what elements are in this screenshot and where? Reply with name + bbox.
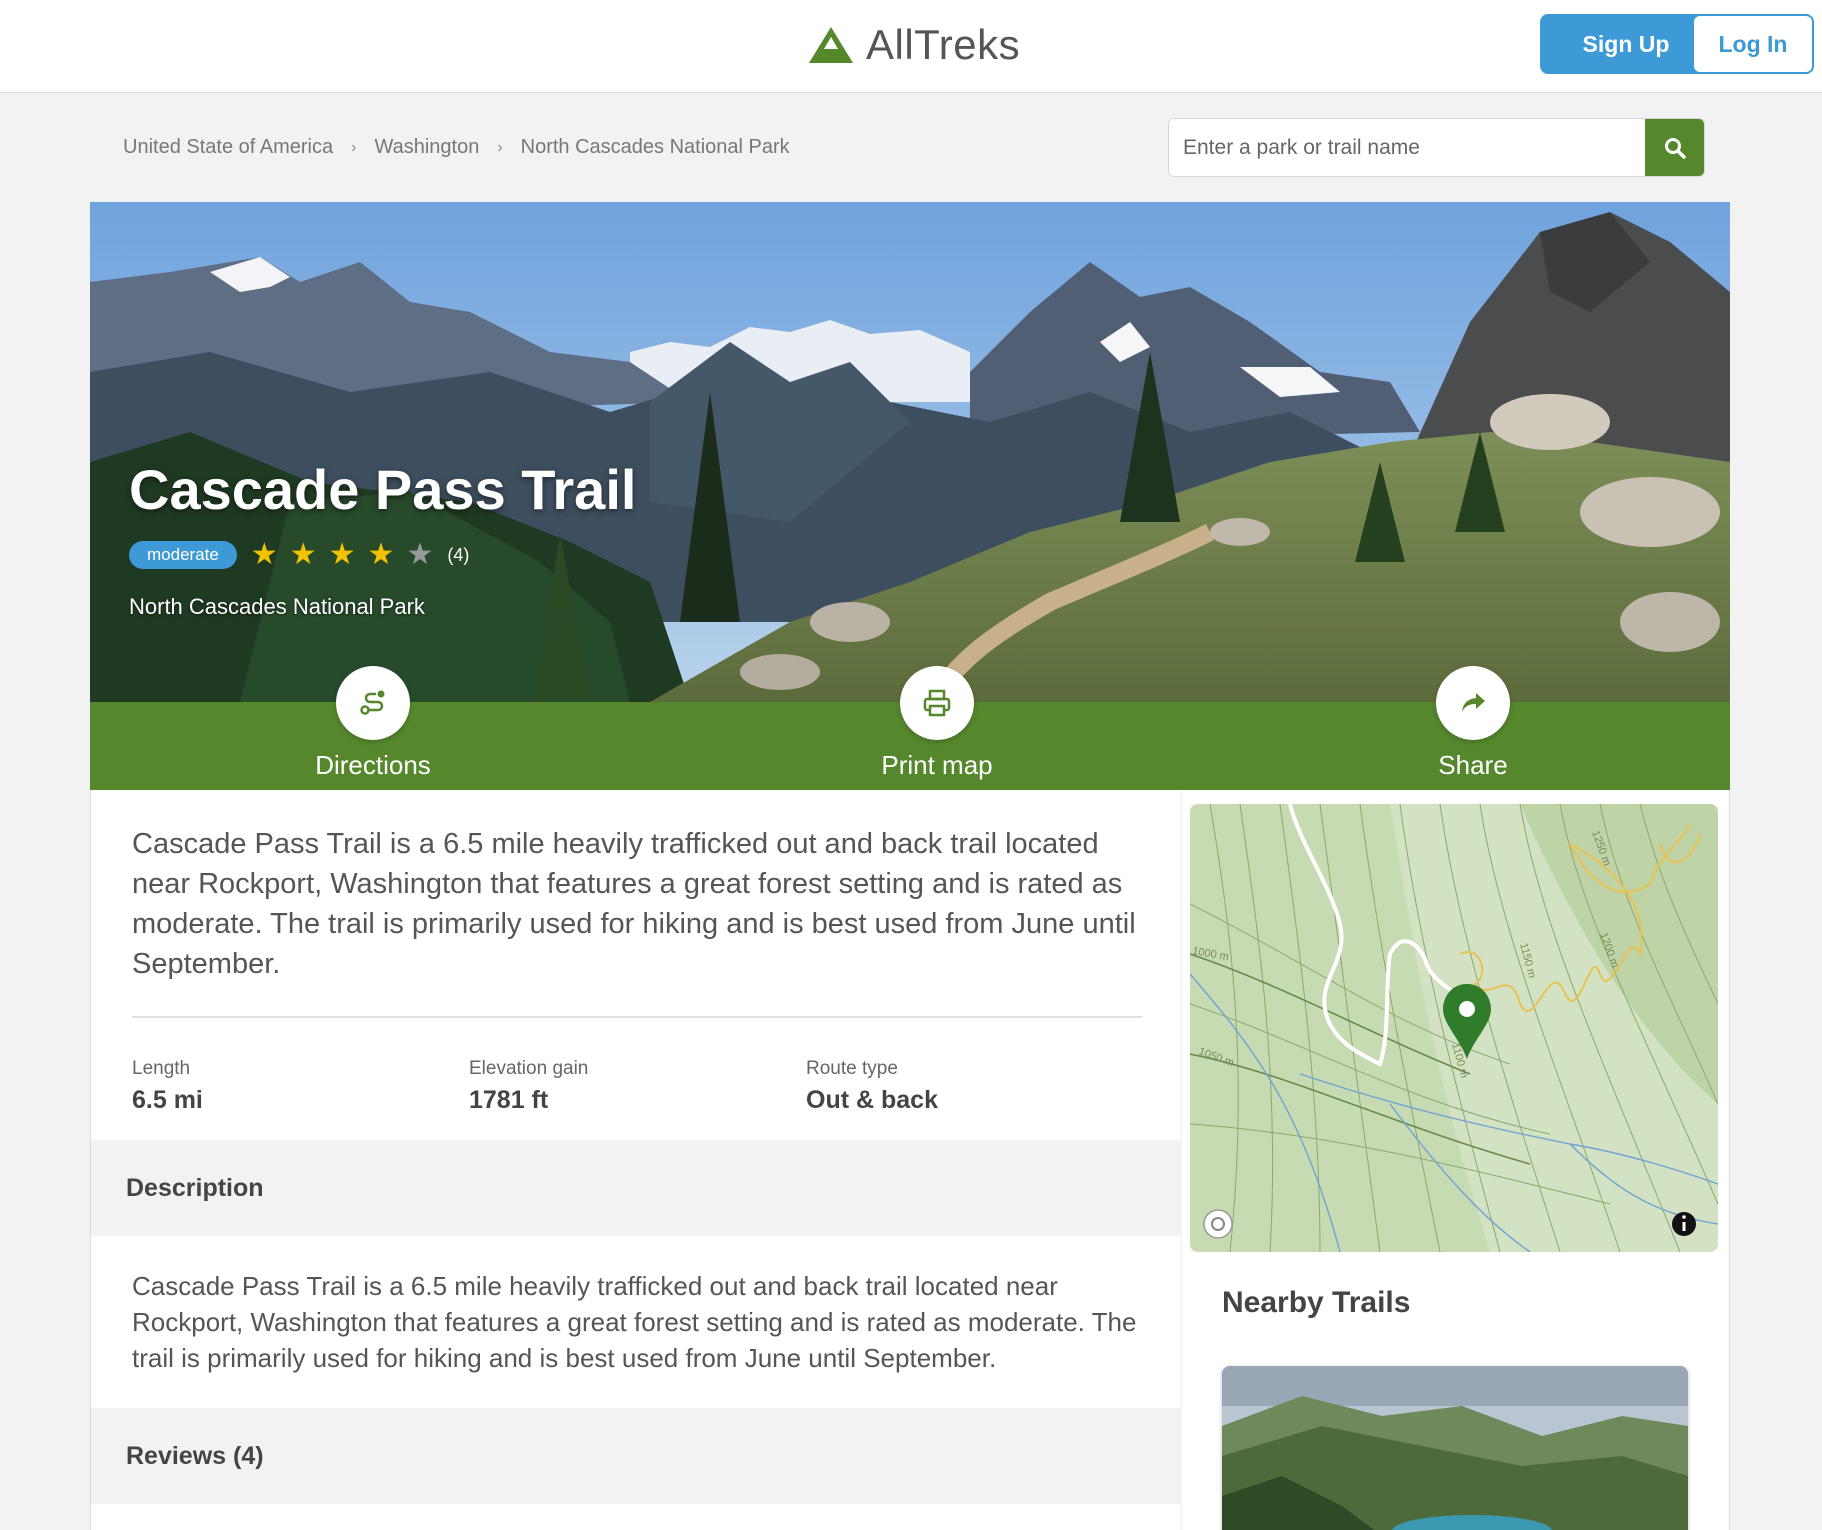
rating-row: moderate ★ ★ ★ ★ ★ (4) [129, 540, 469, 570]
search-box [1168, 118, 1705, 177]
search-input[interactable] [1169, 119, 1647, 176]
chevron-right-icon: › [351, 138, 357, 156]
description-heading: Description [126, 1174, 264, 1202]
chevron-right-icon: › [497, 138, 503, 156]
trail-title: Cascade Pass Trail [129, 458, 637, 521]
description-text: Cascade Pass Trail is a 6.5 mile heavily… [132, 1271, 1137, 1373]
star-filled-icon: ★ [250, 538, 278, 571]
search-button[interactable] [1645, 119, 1704, 176]
stat-route-type: Route type Out & back [806, 1058, 938, 1115]
trail-summary: Cascade Pass Trail is a 6.5 mile heavily… [132, 828, 1136, 980]
stat-length: Length 6.5 mi [132, 1058, 203, 1115]
breadcrumb: United State of America › Washington › N… [123, 136, 790, 159]
review-count[interactable]: (4) [447, 545, 469, 566]
action-bar: Directions Print map Share [90, 666, 1730, 790]
breadcrumb-country[interactable]: United State of America [123, 136, 333, 159]
stat-value: 1781 ft [469, 1086, 549, 1114]
description-header[interactable]: Description [91, 1140, 1182, 1236]
breadcrumb-state[interactable]: Washington [374, 136, 479, 159]
share-label: Share [1438, 750, 1508, 780]
top-navigation-bar: AllTreks Sign Up Log In [0, 0, 1822, 93]
stat-label: Length [132, 1058, 191, 1079]
nearby-trails-heading: Nearby Trails [1222, 1286, 1411, 1319]
trail-park-name[interactable]: North Cascades National Park [129, 594, 425, 620]
nearby-trail-image [1222, 1366, 1688, 1530]
print-map-label: Print map [881, 750, 993, 780]
stat-value: 6.5 mi [132, 1086, 203, 1114]
stat-value: Out & back [806, 1086, 938, 1114]
trail-map[interactable]: 1250 m 1200 m 1150 m 1100 m 1000 m 1050 … [1190, 804, 1718, 1252]
info-icon [1672, 1212, 1696, 1236]
printer-icon [923, 689, 951, 717]
trail-details-panel: Cascade Pass Trail is a 6.5 mile heavily… [90, 790, 1182, 1530]
stat-label: Route type [806, 1058, 898, 1079]
brand-logo[interactable]: AllTreks [808, 18, 1020, 72]
print-map-button[interactable] [900, 666, 974, 740]
map-attribution-icon [1203, 1209, 1233, 1239]
hero-banner: Cascade Pass Trail moderate ★ ★ ★ ★ ★ (4… [90, 202, 1730, 702]
directions-icon [360, 690, 385, 715]
star-empty-icon: ★ [406, 538, 434, 571]
star-filled-icon: ★ [328, 538, 356, 571]
star-filled-icon: ★ [367, 538, 395, 571]
breadcrumb-park[interactable]: North Cascades National Park [521, 136, 790, 159]
divider [132, 1016, 1142, 1018]
reviews-heading: Reviews (4) [126, 1442, 264, 1470]
stat-label: Elevation gain [469, 1058, 589, 1079]
directions-label: Directions [315, 750, 431, 780]
directions-button[interactable] [336, 666, 410, 740]
share-button[interactable] [1436, 666, 1510, 740]
mountain-logo-icon [809, 27, 853, 63]
topographic-map: 1250 m 1200 m 1150 m 1100 m 1000 m 1050 … [1190, 804, 1718, 1252]
log-in-button[interactable]: Log In [1692, 14, 1814, 74]
sign-up-button[interactable]: Sign Up [1540, 14, 1712, 74]
mountain-landscape-image [90, 202, 1730, 702]
share-icon [1462, 693, 1485, 712]
sidebar: 1250 m 1200 m 1150 m 1100 m 1000 m 1050 … [1182, 790, 1730, 1530]
star-rating: ★ ★ ★ ★ ★ [251, 540, 434, 570]
difficulty-badge: moderate [129, 541, 237, 569]
stat-elevation-gain: Elevation gain 1781 ft [469, 1058, 588, 1115]
reviews-header[interactable]: Reviews (4) [91, 1408, 1182, 1504]
search-icon [1664, 137, 1686, 159]
star-filled-icon: ★ [289, 538, 317, 571]
brand-name: AllTreks [866, 21, 1021, 68]
nearby-trail-card[interactable] [1222, 1366, 1688, 1530]
